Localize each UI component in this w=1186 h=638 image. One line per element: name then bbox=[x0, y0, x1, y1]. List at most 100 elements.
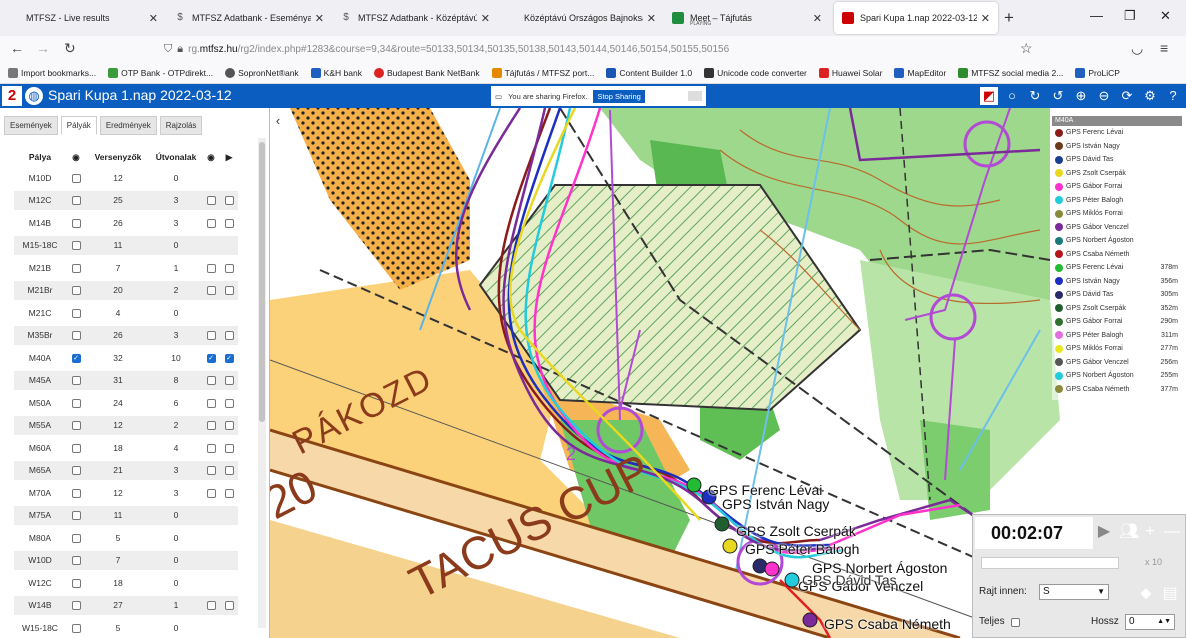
bookmark-item[interactable]: Huawei Solar bbox=[818, 67, 882, 78]
legend-item[interactable]: GPS Ferenc Lévai bbox=[1052, 126, 1182, 140]
table-row[interactable]: M21Br 20 2 bbox=[14, 280, 238, 300]
circle-icon[interactable]: ○ bbox=[1003, 87, 1021, 105]
reset-icon[interactable]: ⟳ bbox=[1118, 87, 1136, 105]
play-icon[interactable]: ▶ bbox=[1095, 523, 1113, 541]
globe-icon[interactable]: ◍ bbox=[25, 87, 43, 105]
legend-item[interactable]: GPS Csaba Németh bbox=[1052, 248, 1182, 262]
show-routes-checkbox[interactable] bbox=[206, 331, 216, 341]
forward-icon[interactable]: → bbox=[36, 40, 50, 56]
legend-item[interactable]: GPS István Nagy 356m bbox=[1052, 275, 1182, 289]
replay-routes-checkbox[interactable] bbox=[224, 376, 234, 386]
replay-routes-checkbox[interactable] bbox=[224, 466, 234, 476]
runner-dot[interactable] bbox=[714, 516, 730, 532]
scrollbar-thumb[interactable] bbox=[259, 142, 265, 422]
show-course-checkbox[interactable] bbox=[71, 511, 81, 521]
show-routes-checkbox[interactable] bbox=[206, 488, 216, 498]
show-routes-checkbox[interactable] bbox=[206, 443, 216, 453]
show-course-checkbox[interactable] bbox=[71, 286, 81, 296]
replay-routes-checkbox[interactable] bbox=[224, 286, 234, 296]
replay-routes-checkbox[interactable] bbox=[224, 601, 234, 611]
legend-item[interactable]: GPS István Nagy bbox=[1052, 140, 1182, 154]
table-row[interactable]: M21B 7 1 bbox=[14, 258, 238, 278]
close-window-icon[interactable]: ✕ bbox=[1160, 8, 1171, 24]
show-routes-checkbox[interactable] bbox=[206, 421, 216, 431]
back-icon[interactable]: ← bbox=[10, 40, 24, 56]
runner-dot[interactable] bbox=[686, 477, 702, 493]
bookmark-item[interactable]: Content Builder 1.0 bbox=[606, 67, 692, 78]
shield-icon[interactable]: ⛉ bbox=[164, 43, 172, 56]
bookmark-item[interactable]: Unicode code converter bbox=[704, 67, 807, 78]
tab-events[interactable]: Események bbox=[4, 116, 58, 135]
show-course-checkbox[interactable] bbox=[71, 466, 81, 476]
show-routes-checkbox[interactable]: ✓ bbox=[206, 353, 216, 363]
table-row[interactable]: M70A 12 3 bbox=[14, 483, 238, 503]
show-course-checkbox[interactable] bbox=[71, 218, 81, 228]
show-routes-checkbox[interactable] bbox=[206, 398, 216, 408]
replay-routes-checkbox[interactable]: ✓ bbox=[224, 353, 234, 363]
reload-icon[interactable]: ↻ bbox=[64, 40, 76, 57]
legend-item[interactable]: GPS Dávid Tas bbox=[1052, 153, 1182, 167]
stop-sharing-button[interactable]: Stop Sharing bbox=[593, 89, 645, 103]
table-row[interactable]: W10D 7 0 bbox=[14, 550, 238, 570]
tab-draw[interactable]: Rajzolás bbox=[159, 116, 203, 135]
pocket-icon[interactable]: ◡ bbox=[1131, 40, 1143, 57]
show-routes-checkbox[interactable] bbox=[206, 601, 216, 611]
show-course-checkbox[interactable] bbox=[71, 533, 81, 543]
browser-tab[interactable]: MTFSZ - Live results ✕ bbox=[0, 2, 166, 34]
replay-routes-checkbox[interactable] bbox=[224, 421, 234, 431]
replay-routes-checkbox[interactable] bbox=[224, 398, 234, 408]
table-row[interactable]: M35Br 26 3 bbox=[14, 325, 238, 345]
show-course-checkbox[interactable] bbox=[71, 488, 81, 498]
legend-item[interactable]: GPS Miklós Forrai 277m bbox=[1052, 342, 1182, 356]
show-routes-checkbox[interactable] bbox=[206, 196, 216, 206]
show-course-checkbox[interactable] bbox=[71, 601, 81, 611]
table-row[interactable]: M45A 31 8 bbox=[14, 370, 238, 390]
collapse-panel-button[interactable]: ‹ bbox=[270, 108, 286, 134]
panel-scrollbar[interactable] bbox=[258, 138, 266, 628]
replay-routes-checkbox[interactable] bbox=[224, 196, 234, 206]
bookmark-item[interactable]: OTP Bank - OTPdirekt... bbox=[108, 67, 213, 78]
tag-icon[interactable]: ⬥ bbox=[1137, 585, 1155, 603]
bookmark-item[interactable]: MapEditor bbox=[894, 67, 946, 78]
legend-item[interactable]: GPS Csaba Németh 377m bbox=[1052, 383, 1182, 397]
minus-icon[interactable]: — bbox=[1163, 523, 1181, 541]
show-course-checkbox[interactable] bbox=[71, 398, 81, 408]
replay-routes-checkbox[interactable] bbox=[224, 488, 234, 498]
minimize-banner-button[interactable] bbox=[688, 91, 702, 101]
legend-item[interactable]: GPS Péter Balogh 311m bbox=[1052, 329, 1182, 343]
legend-item[interactable]: GPS Ferenc Lévai 378m bbox=[1052, 261, 1182, 275]
zoom-in-icon[interactable]: ⊕ bbox=[1072, 87, 1090, 105]
replay-routes-checkbox[interactable] bbox=[224, 218, 234, 228]
browser-tab[interactable]: Középtávú Országos Bajnokság 2022 ✕ bbox=[498, 2, 664, 34]
show-course-checkbox[interactable] bbox=[71, 578, 81, 588]
table-row[interactable]: M55A 12 2 bbox=[14, 415, 238, 435]
table-row[interactable]: W15-18C 5 0 bbox=[14, 618, 238, 638]
start-select[interactable]: S ▼ bbox=[1039, 584, 1109, 600]
bookmark-item[interactable]: Import bookmarks... bbox=[8, 67, 96, 78]
group-icon[interactable]: 👥︎ bbox=[1119, 523, 1139, 541]
close-tab-icon[interactable]: ✕ bbox=[813, 12, 822, 25]
bookmark-item[interactable]: K&H bank bbox=[310, 67, 362, 78]
lock-icon[interactable]: 🔒︎ bbox=[177, 43, 183, 56]
legend-item[interactable]: GPS Gábor Forrai bbox=[1052, 180, 1182, 194]
legend-item[interactable]: GPS Norbert Ágoston bbox=[1052, 234, 1182, 248]
close-tab-icon[interactable]: ✕ bbox=[647, 12, 656, 25]
legend-item[interactable]: GPS Gábor Venczel 256m bbox=[1052, 356, 1182, 370]
bookmark-item[interactable]: MTFSZ social media 2... bbox=[958, 67, 1063, 78]
rotate-right-icon[interactable]: ↻ bbox=[1026, 87, 1044, 105]
table-row[interactable]: W14B 27 1 bbox=[14, 595, 238, 615]
runner-dot[interactable] bbox=[722, 538, 738, 554]
show-routes-checkbox[interactable] bbox=[206, 218, 216, 228]
help-icon[interactable]: ? bbox=[1164, 87, 1182, 105]
minimize-icon[interactable]: — bbox=[1090, 8, 1103, 23]
table-row[interactable]: M75A 11 0 bbox=[14, 505, 238, 525]
show-course-checkbox[interactable] bbox=[71, 376, 81, 386]
length-input[interactable]: 0 ▲▼ bbox=[1125, 614, 1175, 630]
table-row[interactable]: M21C 4 0 bbox=[14, 303, 238, 323]
show-course-checkbox[interactable] bbox=[71, 241, 81, 251]
bookmark-item[interactable]: ProLiCP bbox=[1075, 67, 1120, 78]
browser-tab-active[interactable]: Spari Kupa 1.nap 2022-03-12 ✕ bbox=[834, 2, 998, 34]
stepper-icon[interactable]: ▲▼ bbox=[1157, 615, 1171, 629]
bookmark-star-icon[interactable]: ☆ bbox=[1020, 40, 1033, 57]
show-routes-checkbox[interactable] bbox=[206, 466, 216, 476]
